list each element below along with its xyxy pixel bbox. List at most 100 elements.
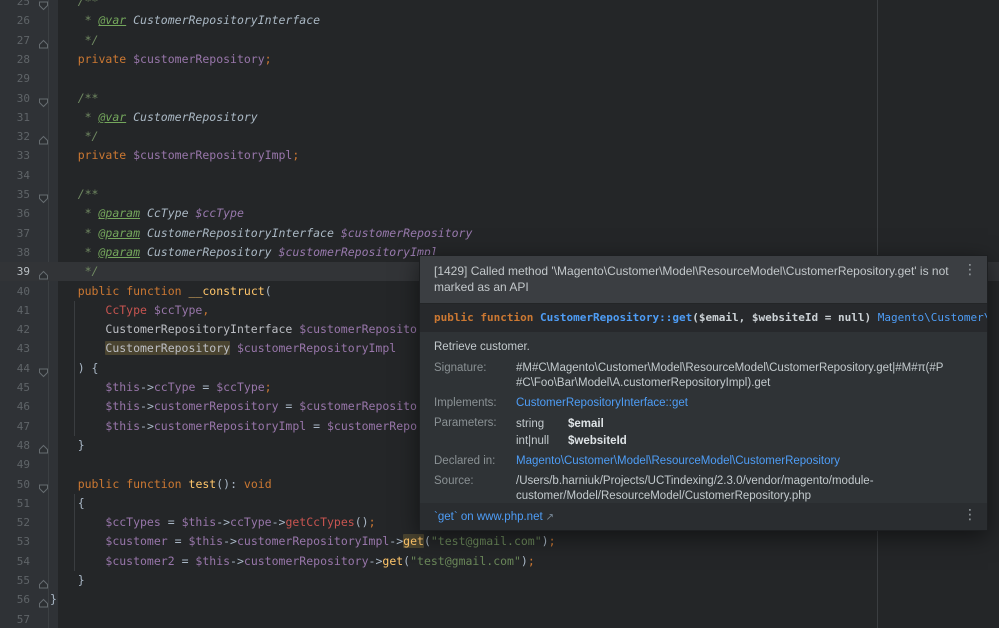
line-number: 26 <box>0 11 30 30</box>
external-link-icon: ↗ <box>546 512 554 523</box>
code-line[interactable]: 36 * @param CcType $ccType <box>0 204 999 223</box>
code-text: { <box>50 494 85 513</box>
code-text: public function __construct( <box>50 282 272 301</box>
code-text: $this->customerRepository = $customerRep… <box>50 397 417 416</box>
fold-start-icon[interactable] <box>38 93 49 104</box>
line-number: 27 <box>0 31 30 50</box>
code-text: */ <box>50 262 98 281</box>
line-number: 42 <box>0 320 30 339</box>
line-number: 50 <box>0 475 30 494</box>
code-text: /** <box>50 0 98 11</box>
code-text: $this->ccType = $ccType; <box>50 378 272 397</box>
method-description: Retrieve customer. <box>434 340 973 355</box>
code-text: * @var CustomerRepository <box>50 108 258 127</box>
code-text: $ccTypes = $this->ccType->getCcTypes(); <box>50 513 376 532</box>
code-text: $this->customerRepositoryImpl = $custome… <box>50 417 417 436</box>
line-number: 32 <box>0 127 30 146</box>
code-line[interactable]: 29 <box>0 69 999 88</box>
code-line[interactable]: 56} <box>0 590 999 609</box>
code-line[interactable]: 54 $customer2 = $this->customerRepositor… <box>0 552 999 571</box>
code-text: private $customerRepositoryImpl; <box>50 146 299 165</box>
code-text: ) { <box>50 359 98 378</box>
fold-end-icon[interactable] <box>38 440 49 451</box>
doc-link[interactable]: CustomerRepositoryInterface::get <box>516 397 688 409</box>
code-text: CustomerRepository $customerRepositoryIm… <box>50 339 396 358</box>
kebab-menu-icon[interactable]: ⋮ <box>963 263 977 277</box>
line-number: 41 <box>0 301 30 320</box>
line-number: 56 <box>0 590 30 609</box>
line-number: 37 <box>0 224 30 243</box>
code-line[interactable]: 31 * @var CustomerRepository <box>0 108 999 127</box>
code-text: */ <box>50 127 98 146</box>
fold-end-icon[interactable] <box>38 575 49 586</box>
code-text: /** <box>50 185 98 204</box>
line-number: 55 <box>0 571 30 590</box>
ide-editor: 25 /**26 * @var CustomerRepositoryInterf… <box>0 0 999 628</box>
doc-row-label: Parameters: <box>434 416 512 449</box>
line-number: 47 <box>0 417 30 436</box>
code-text: * @param CustomerRepositoryInterface $cu… <box>50 224 472 243</box>
inspection-warning-text: [1429] Called method '\Magento\Customer\… <box>434 264 953 295</box>
line-number: 34 <box>0 166 30 185</box>
code-text: } <box>50 436 85 455</box>
code-line[interactable]: 53 $customer = $this->customerRepository… <box>0 532 999 551</box>
popup-body: Retrieve customer. Signature:#M#C\Magent… <box>420 332 987 503</box>
line-number: 33 <box>0 146 30 165</box>
code-text: $customer = $this->customerRepositoryImp… <box>50 532 556 551</box>
doc-row-label: Implements: <box>434 396 512 411</box>
line-number: 57 <box>0 610 30 628</box>
code-text: CustomerRepositoryInterface $customerRep… <box>50 320 417 339</box>
fold-end-icon[interactable] <box>38 35 49 46</box>
code-line[interactable]: 55 } <box>0 571 999 590</box>
doc-row-value: /Users/b.harniuk/Projects/UCTindexing/2.… <box>516 474 948 503</box>
php-net-link[interactable]: `get` on www.php.net <box>434 511 543 523</box>
line-number: 25 <box>0 0 30 11</box>
code-line[interactable]: 26 * @var CustomerRepositoryInterface <box>0 11 999 30</box>
doc-row-value: string$emailint|null$websiteId <box>516 416 948 449</box>
code-text: CcType $ccType, <box>50 301 209 320</box>
line-number: 28 <box>0 50 30 69</box>
code-line[interactable]: 25 /** <box>0 0 999 11</box>
fold-end-icon[interactable] <box>38 131 49 142</box>
code-text: } <box>50 571 85 590</box>
code-text: public function test(): void <box>50 475 272 494</box>
code-line[interactable]: 34 <box>0 166 999 185</box>
code-text: * @param CustomerRepository $customerRep… <box>50 243 438 262</box>
line-number: 43 <box>0 339 30 358</box>
code-text: } <box>50 590 57 609</box>
code-text: /** <box>50 89 98 108</box>
line-number: 40 <box>0 282 30 301</box>
fold-end-icon[interactable] <box>38 266 49 277</box>
doc-row-value: Magento\Customer\Model\ResourceModel\Cus… <box>516 454 948 469</box>
doc-row-label: Source: <box>434 474 512 503</box>
line-number: 31 <box>0 108 30 127</box>
kebab-menu-icon[interactable]: ⋮ <box>963 508 977 522</box>
line-number: 45 <box>0 378 30 397</box>
code-line[interactable]: 57 <box>0 610 999 628</box>
code-line[interactable]: 32 */ <box>0 127 999 146</box>
code-text: * @var CustomerRepositoryInterface <box>50 11 320 30</box>
code-line[interactable]: 30 /** <box>0 89 999 108</box>
doc-row-label: Signature: <box>434 361 512 391</box>
line-number: 39 <box>0 262 30 281</box>
line-number: 30 <box>0 89 30 108</box>
code-text: private $customerRepository; <box>50 50 272 69</box>
fold-start-icon[interactable] <box>38 189 49 200</box>
fold-start-icon[interactable] <box>38 0 49 7</box>
code-text: */ <box>50 31 98 50</box>
code-line[interactable]: 35 /** <box>0 185 999 204</box>
code-text: $customer2 = $this->customerRepository->… <box>50 552 535 571</box>
line-number: 29 <box>0 69 30 88</box>
fold-start-icon[interactable] <box>38 363 49 374</box>
doc-link[interactable]: Magento\Customer\Model\ResourceModel\Cus… <box>516 455 840 467</box>
line-number: 48 <box>0 436 30 455</box>
code-line[interactable]: 33 private $customerRepositoryImpl; <box>0 146 999 165</box>
fold-start-icon[interactable] <box>38 479 49 490</box>
code-line[interactable]: 28 private $customerRepository; <box>0 50 999 69</box>
line-number: 54 <box>0 552 30 571</box>
line-number: 49 <box>0 455 30 474</box>
doc-row-label: Declared in: <box>434 454 512 469</box>
code-line[interactable]: 37 * @param CustomerRepositoryInterface … <box>0 224 999 243</box>
code-line[interactable]: 27 */ <box>0 31 999 50</box>
fold-end-icon[interactable] <box>38 594 49 605</box>
